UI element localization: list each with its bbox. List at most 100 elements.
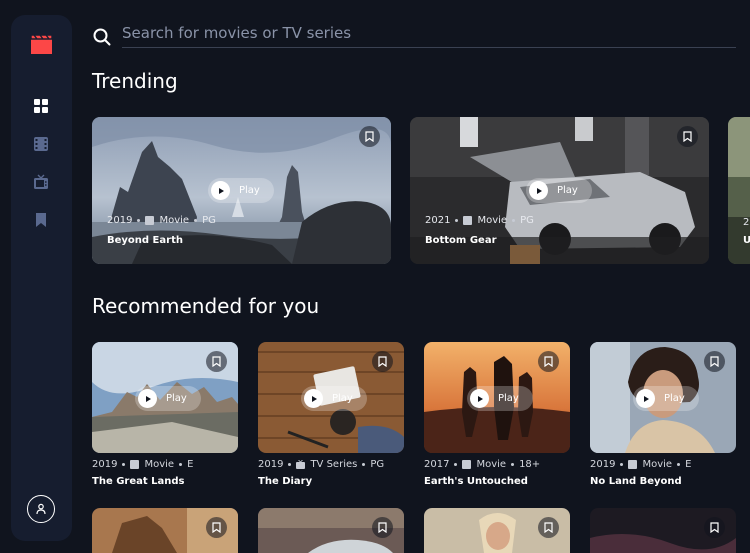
bookmark-icon: [544, 522, 553, 533]
year: 2019: [590, 459, 616, 470]
play-button[interactable]: Play: [526, 178, 592, 203]
recommended-heading: Recommended for you: [92, 294, 320, 318]
separator-dot: [122, 463, 126, 466]
category: Movie: [642, 459, 673, 470]
tv-series-icon[interactable]: [33, 174, 49, 190]
trending-card[interactable]: Play 2021 Movie PG Bottom Gear: [410, 117, 709, 264]
bookmark-icon: [378, 522, 387, 533]
card-meta: 2019 Movie PG: [107, 215, 216, 226]
card-title: Earth's Untouched: [424, 476, 528, 487]
play-button[interactable]: Play: [135, 386, 201, 411]
sidebar: [11, 15, 72, 541]
movie-category-icon: [130, 460, 140, 469]
recommended-card[interactable]: Play: [92, 342, 238, 453]
card-title: Bottom Gear: [425, 235, 497, 246]
card-meta: 2019 Movie E: [92, 459, 193, 470]
play-label: Play: [332, 393, 353, 404]
bookmark-button[interactable]: [704, 351, 725, 372]
play-button[interactable]: Play: [208, 178, 274, 203]
card-title: The Diary: [258, 476, 313, 487]
year: 2019: [107, 215, 133, 226]
category: TV Series: [310, 459, 358, 470]
bookmark-icon: [544, 356, 553, 367]
recommended-card[interactable]: [424, 508, 570, 553]
movie-category-icon: [145, 216, 155, 225]
play-label: Play: [557, 185, 578, 196]
separator-dot: [137, 219, 141, 222]
separator-dot: [511, 463, 515, 466]
bookmark-button[interactable]: [372, 351, 393, 372]
rating: E: [187, 459, 194, 470]
play-icon: [311, 395, 317, 402]
separator-dot: [512, 219, 516, 222]
movies-icon[interactable]: [33, 136, 49, 152]
play-button[interactable]: Play: [467, 386, 533, 411]
card-title: No Land Beyond: [590, 476, 682, 487]
search-icon: [93, 28, 111, 46]
recommended-card[interactable]: [590, 508, 736, 553]
recommended-card[interactable]: Play: [258, 342, 404, 453]
bookmark-button[interactable]: [538, 351, 559, 372]
year: 2019: [258, 459, 284, 470]
bookmark-button[interactable]: [538, 517, 559, 538]
card-title: Beyond Earth: [107, 235, 183, 246]
avatar[interactable]: [27, 495, 55, 523]
category: Movie: [144, 459, 175, 470]
play-icon: [536, 187, 542, 194]
movie-category-icon: [462, 460, 472, 469]
bookmark-button[interactable]: [206, 517, 227, 538]
bookmark-button[interactable]: [206, 351, 227, 372]
separator-dot: [362, 463, 366, 466]
trending-heading: Trending: [92, 69, 178, 93]
trending-card[interactable]: 2 U: [728, 117, 750, 264]
category: Movie: [476, 459, 507, 470]
separator-dot: [179, 463, 183, 466]
play-icon: [643, 395, 649, 402]
play-label: Play: [239, 185, 260, 196]
play-label: Play: [166, 393, 187, 404]
bookmark-icon: [378, 356, 387, 367]
recommended-card[interactable]: [258, 508, 404, 553]
app-logo-icon[interactable]: [31, 35, 52, 54]
separator-dot: [455, 219, 459, 222]
bookmark-button[interactable]: [372, 517, 393, 538]
card-title: The Great Lands: [92, 476, 185, 487]
year: 2017: [424, 459, 450, 470]
trending-card[interactable]: Play 2019 Movie PG Beyond Earth: [92, 117, 391, 264]
bookmark-button[interactable]: [359, 126, 380, 147]
rating: PG: [520, 215, 534, 226]
year: 2: [743, 217, 750, 228]
card-meta: 2017 Movie 18+: [424, 459, 540, 470]
recommended-card[interactable]: Play: [424, 342, 570, 453]
bookmark-button[interactable]: [677, 126, 698, 147]
category: Movie: [159, 215, 190, 226]
play-icon: [477, 395, 483, 402]
category: Movie: [477, 215, 508, 226]
recommended-card[interactable]: Play: [590, 342, 736, 453]
rating: 18+: [519, 459, 541, 470]
year: 2021: [425, 215, 451, 226]
bookmark-button[interactable]: [704, 517, 725, 538]
separator-dot: [677, 463, 681, 466]
recommended-card[interactable]: [92, 508, 238, 553]
card-meta: 2021 Movie PG: [425, 215, 534, 226]
separator-dot: [194, 219, 198, 222]
separator-dot: [454, 463, 458, 466]
bookmark-icon[interactable]: [33, 212, 49, 228]
bookmark-icon: [365, 131, 374, 142]
bookmark-icon: [212, 356, 221, 367]
rating: PG: [370, 459, 385, 470]
user-icon: [36, 503, 46, 515]
movie-category-icon: [628, 460, 638, 469]
movie-category-icon: [463, 216, 473, 225]
bookmark-icon: [710, 356, 719, 367]
home-icon[interactable]: [33, 98, 49, 114]
play-label: Play: [664, 393, 685, 404]
play-button[interactable]: Play: [633, 386, 699, 411]
search-input[interactable]: [122, 18, 736, 48]
card-meta: 2019 Movie E: [590, 459, 691, 470]
bookmark-icon: [710, 522, 719, 533]
bookmark-icon: [683, 131, 692, 142]
card-title: U: [743, 235, 750, 246]
play-button[interactable]: Play: [301, 386, 367, 411]
